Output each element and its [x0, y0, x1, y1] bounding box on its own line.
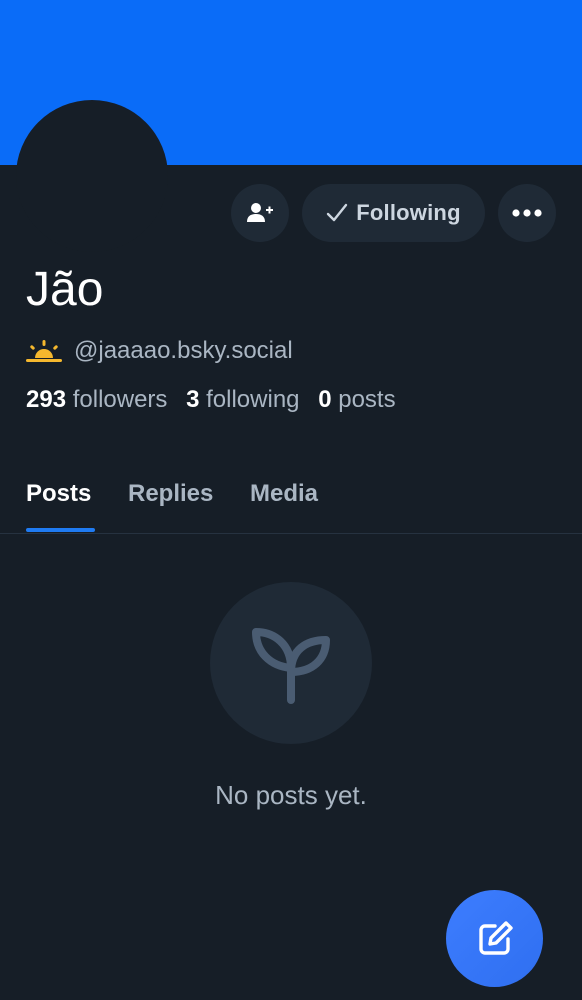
checkmark-icon	[327, 203, 348, 222]
posts-stat: 0 posts	[318, 386, 395, 413]
sunrise-emoji-icon	[26, 340, 62, 362]
add-user-button[interactable]	[231, 184, 289, 242]
profile-tabs: Posts Replies Media	[0, 470, 582, 534]
tab-posts[interactable]: Posts	[26, 480, 91, 508]
posts-label: posts	[338, 386, 396, 413]
empty-state-icon-circle	[210, 582, 372, 744]
profile-actions: Following	[0, 184, 582, 242]
following-count: 3	[186, 386, 200, 413]
profile-display-name: Jão	[26, 263, 104, 316]
person-plus-icon	[247, 203, 273, 222]
followers-count: 293	[26, 386, 67, 413]
tab-media[interactable]: Media	[250, 480, 318, 508]
more-options-button[interactable]	[498, 184, 556, 242]
following-stat[interactable]: 3 following	[186, 386, 299, 413]
followers-label: followers	[72, 386, 168, 413]
sprout-icon	[252, 628, 330, 704]
following-label: Following	[356, 200, 461, 225]
tab-replies[interactable]: Replies	[128, 480, 213, 508]
following-button[interactable]: Following	[302, 184, 485, 242]
ellipsis-icon	[512, 209, 542, 217]
empty-state-message: No posts yet.	[215, 780, 367, 810]
handle-row: @jaaaao.bsky.social	[26, 334, 293, 368]
compose-icon	[478, 920, 513, 955]
active-tab-indicator	[26, 528, 95, 532]
profile-stats: 293 followers 3 following 0 posts	[26, 386, 396, 414]
compose-button[interactable]	[446, 890, 543, 987]
posts-count: 0	[318, 386, 332, 413]
tabs-divider	[0, 533, 582, 534]
profile-handle[interactable]: @jaaaao.bsky.social	[74, 337, 293, 365]
followers-stat[interactable]: 293 followers	[26, 386, 167, 413]
following-label: following	[206, 386, 300, 413]
